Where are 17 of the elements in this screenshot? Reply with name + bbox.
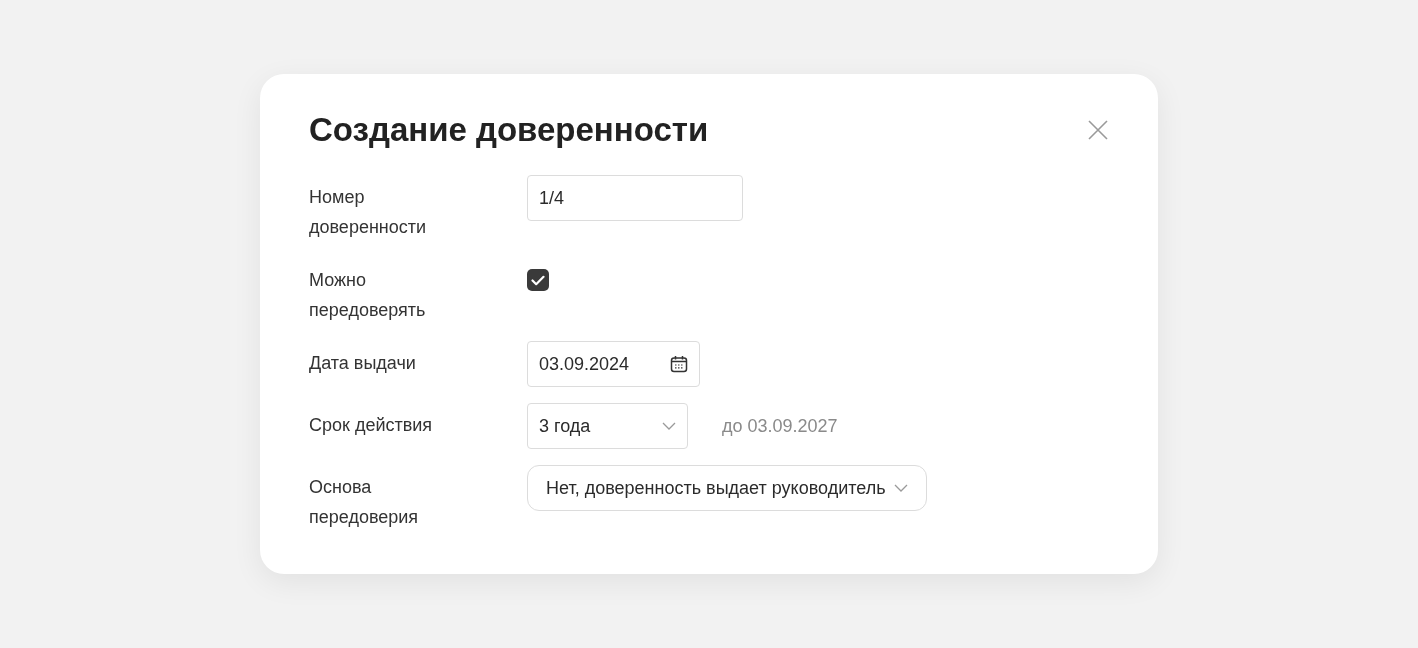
field-label: Дата выдачи: [309, 352, 417, 375]
field-label: Номер доверенности: [309, 186, 428, 239]
chevron-down-icon: [662, 422, 676, 430]
field-label: Основа передоверия: [309, 476, 420, 529]
chevron-down-icon: [893, 484, 908, 492]
dialog-title: Создание доверенности: [309, 110, 709, 150]
field-label: Срок действия: [309, 414, 434, 437]
expiry-date-text: до 03.09.2027: [722, 415, 838, 437]
close-button[interactable]: [1087, 119, 1109, 141]
checkmark-icon: [531, 274, 545, 286]
field-label: Можно передоверять: [309, 269, 427, 322]
dropdown[interactable]: 3 года: [527, 403, 688, 449]
dropdown[interactable]: Нет, доверенность выдает руководитель: [527, 465, 927, 511]
input-field[interactable]: 1/4: [527, 175, 743, 221]
calendar-icon[interactable]: [670, 355, 688, 373]
checkbox[interactable]: [527, 269, 549, 291]
date-field[interactable]: 03.09.2024: [527, 341, 700, 387]
